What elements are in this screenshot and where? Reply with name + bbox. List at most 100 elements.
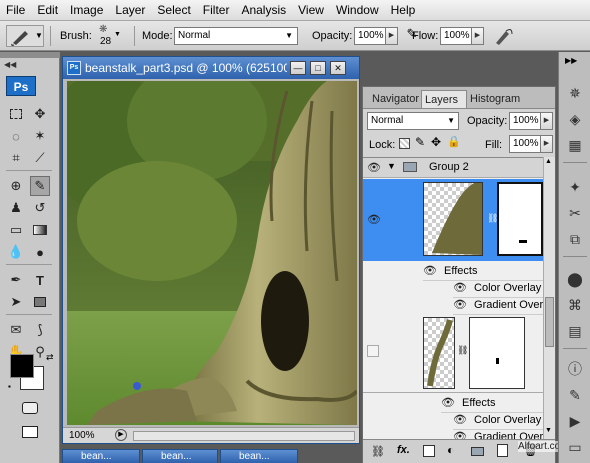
- scroll-up-icon[interactable]: ▲: [545, 158, 552, 165]
- lock-image-icon[interactable]: ✎: [415, 135, 425, 149]
- tab-layers[interactable]: Layers ×: [421, 90, 467, 124]
- flow-field[interactable]: 100%: [440, 27, 472, 45]
- clone-source-icon[interactable]: ⧉: [563, 228, 587, 250]
- layer-thumbnail-2[interactable]: [423, 317, 455, 389]
- layer-opacity-slider-button[interactable]: ▶: [541, 112, 553, 130]
- menu-window[interactable]: Window: [330, 0, 385, 21]
- slice-tool-icon[interactable]: ⟋: [30, 148, 50, 168]
- menu-help[interactable]: Help: [385, 0, 422, 21]
- minimized-doc-2[interactable]: bean...: [142, 449, 218, 463]
- color-overlay-row-1[interactable]: 👁 Color Overlay: [453, 280, 543, 298]
- marquee-tool-icon[interactable]: [6, 104, 26, 124]
- lasso-tool-icon[interactable]: ◌: [6, 126, 26, 146]
- pen-tool-icon[interactable]: ✒: [6, 270, 26, 290]
- eyedropper-tool-icon[interactable]: ⟆: [30, 320, 50, 340]
- horizontal-scrollbar[interactable]: [133, 431, 355, 441]
- tab-navigator[interactable]: Navigator: [369, 90, 423, 108]
- menu-analysis[interactable]: Analysis: [235, 0, 292, 21]
- brush-tool-icon[interactable]: ✎: [30, 176, 50, 196]
- visibility-eye-icon[interactable]: 👁: [453, 431, 467, 439]
- document-titlebar[interactable]: Ps beanstalk_part3.psd @ 100% (625100...…: [63, 57, 359, 79]
- dodge-tool-icon[interactable]: ●: [30, 242, 50, 262]
- color-overlay-row-2[interactable]: 👁 Color Overlay: [453, 412, 543, 430]
- foreground-color-swatch[interactable]: [10, 354, 34, 378]
- lock-all-icon[interactable]: 🔒: [447, 135, 461, 148]
- gradient-overlay-row-1[interactable]: 👁 Gradient Over...: [453, 297, 543, 315]
- minimize-button[interactable]: —: [290, 61, 306, 75]
- menu-layer[interactable]: Layer: [109, 0, 151, 21]
- animation-icon[interactable]: ▭: [563, 436, 587, 458]
- layer-opacity-field[interactable]: 100%: [509, 112, 541, 130]
- layers-stack-icon[interactable]: ◈: [563, 108, 587, 130]
- navigator-icon[interactable]: ✵: [563, 82, 587, 104]
- measurement-icon[interactable]: ✎: [563, 384, 587, 406]
- mode-select[interactable]: Normal ▼: [174, 27, 298, 45]
- flow-slider-button[interactable]: ▶: [472, 27, 484, 45]
- lock-position-icon[interactable]: ✥: [431, 135, 441, 149]
- layer-row-group[interactable]: 👁 ▼ Group 2: [363, 158, 543, 178]
- add-mask-icon[interactable]: [423, 445, 435, 457]
- notes-tool-icon[interactable]: ✉: [6, 320, 26, 340]
- effects-row-2[interactable]: 👁 Effects: [441, 395, 543, 413]
- close-button[interactable]: ✕: [330, 61, 346, 75]
- document-canvas[interactable]: [67, 81, 357, 425]
- layer-style-fx-icon[interactable]: fx.: [397, 444, 410, 456]
- menu-view[interactable]: View: [292, 0, 330, 21]
- tools-panel-grip[interactable]: [0, 52, 60, 58]
- visibility-eye-icon[interactable]: 👁: [453, 282, 467, 294]
- fill-slider-button[interactable]: ▶: [541, 135, 553, 153]
- quick-mask-icon[interactable]: [20, 398, 40, 418]
- history-brush-tool-icon[interactable]: ↺: [30, 198, 50, 218]
- menu-edit[interactable]: Edit: [31, 0, 64, 21]
- visibility-eye-icon[interactable]: 👁: [423, 265, 437, 277]
- scroll-down-icon[interactable]: ▼: [545, 427, 552, 434]
- magic-wand-tool-icon[interactable]: ✶: [30, 126, 50, 146]
- link-layers-icon[interactable]: ⛓: [371, 445, 385, 458]
- brush-size-picker[interactable]: ❋ 28 ▼: [92, 23, 122, 49]
- opacity-field[interactable]: 100%: [354, 27, 386, 45]
- layer-mask-thumbnail[interactable]: [497, 182, 543, 256]
- visibility-eye-icon[interactable]: 👁: [441, 397, 455, 409]
- swap-colors-icon[interactable]: ⇄: [46, 352, 54, 363]
- new-group-icon[interactable]: [471, 447, 484, 456]
- healing-brush-tool-icon[interactable]: ⊕: [6, 176, 26, 196]
- gradient-overlay-row-2[interactable]: 👁 Gradient Over...: [453, 429, 543, 439]
- visibility-toggle-empty[interactable]: [367, 345, 379, 357]
- tablet-pressure-toggle[interactable]: [492, 25, 516, 47]
- opacity-slider-button[interactable]: ▶: [386, 27, 398, 45]
- gradient-tool-icon[interactable]: [30, 220, 50, 240]
- paths-icon[interactable]: ⌘: [563, 294, 587, 316]
- blur-tool-icon[interactable]: 💧: [6, 242, 26, 262]
- status-menu-icon[interactable]: ▶: [115, 429, 127, 441]
- screen-mode-icon[interactable]: [20, 422, 40, 442]
- tab-histogram[interactable]: Histogram: [467, 90, 523, 108]
- layer-row-2[interactable]: ⛓: [363, 315, 543, 393]
- layer-mask-thumbnail-2[interactable]: [469, 317, 525, 389]
- default-colors-icon[interactable]: ▪: [8, 382, 11, 391]
- visibility-eye-icon[interactable]: 👁: [367, 213, 381, 226]
- channels-icon[interactable]: ▤: [563, 320, 587, 342]
- menu-select[interactable]: Select: [151, 0, 196, 21]
- visibility-eye-icon[interactable]: 👁: [453, 414, 467, 426]
- lock-transparency-icon[interactable]: [399, 138, 410, 149]
- zoom-level[interactable]: 100%: [69, 428, 95, 444]
- layer-thumbnail[interactable]: [423, 182, 483, 256]
- brushes-icon[interactable]: ✦: [563, 176, 587, 198]
- scrollbar-thumb[interactable]: [545, 297, 554, 347]
- collapse-arrows-icon[interactable]: ◀◀: [4, 60, 16, 69]
- shape-tool-icon[interactable]: [30, 292, 50, 312]
- layer-row-selected[interactable]: 👁 ⛓: [363, 179, 543, 261]
- crop-tool-icon[interactable]: ⌗: [6, 148, 26, 168]
- minimized-doc-1[interactable]: bean...: [62, 449, 140, 463]
- expand-triangle-icon[interactable]: ▼: [387, 161, 396, 171]
- menu-filter[interactable]: Filter: [197, 0, 236, 21]
- visibility-eye-icon[interactable]: 👁: [453, 299, 467, 311]
- minimized-doc-3[interactable]: bean...: [220, 449, 298, 463]
- info-icon[interactable]: ⓘ: [563, 358, 587, 380]
- adjustment-layer-icon[interactable]: ◐: [447, 443, 454, 457]
- fill-field[interactable]: 100%: [509, 135, 541, 153]
- type-tool-icon[interactable]: T: [30, 270, 50, 290]
- tool-presets-icon[interactable]: ✂: [563, 202, 587, 224]
- move-tool-icon[interactable]: ✥: [30, 104, 50, 124]
- path-selection-tool-icon[interactable]: ➤: [6, 292, 26, 312]
